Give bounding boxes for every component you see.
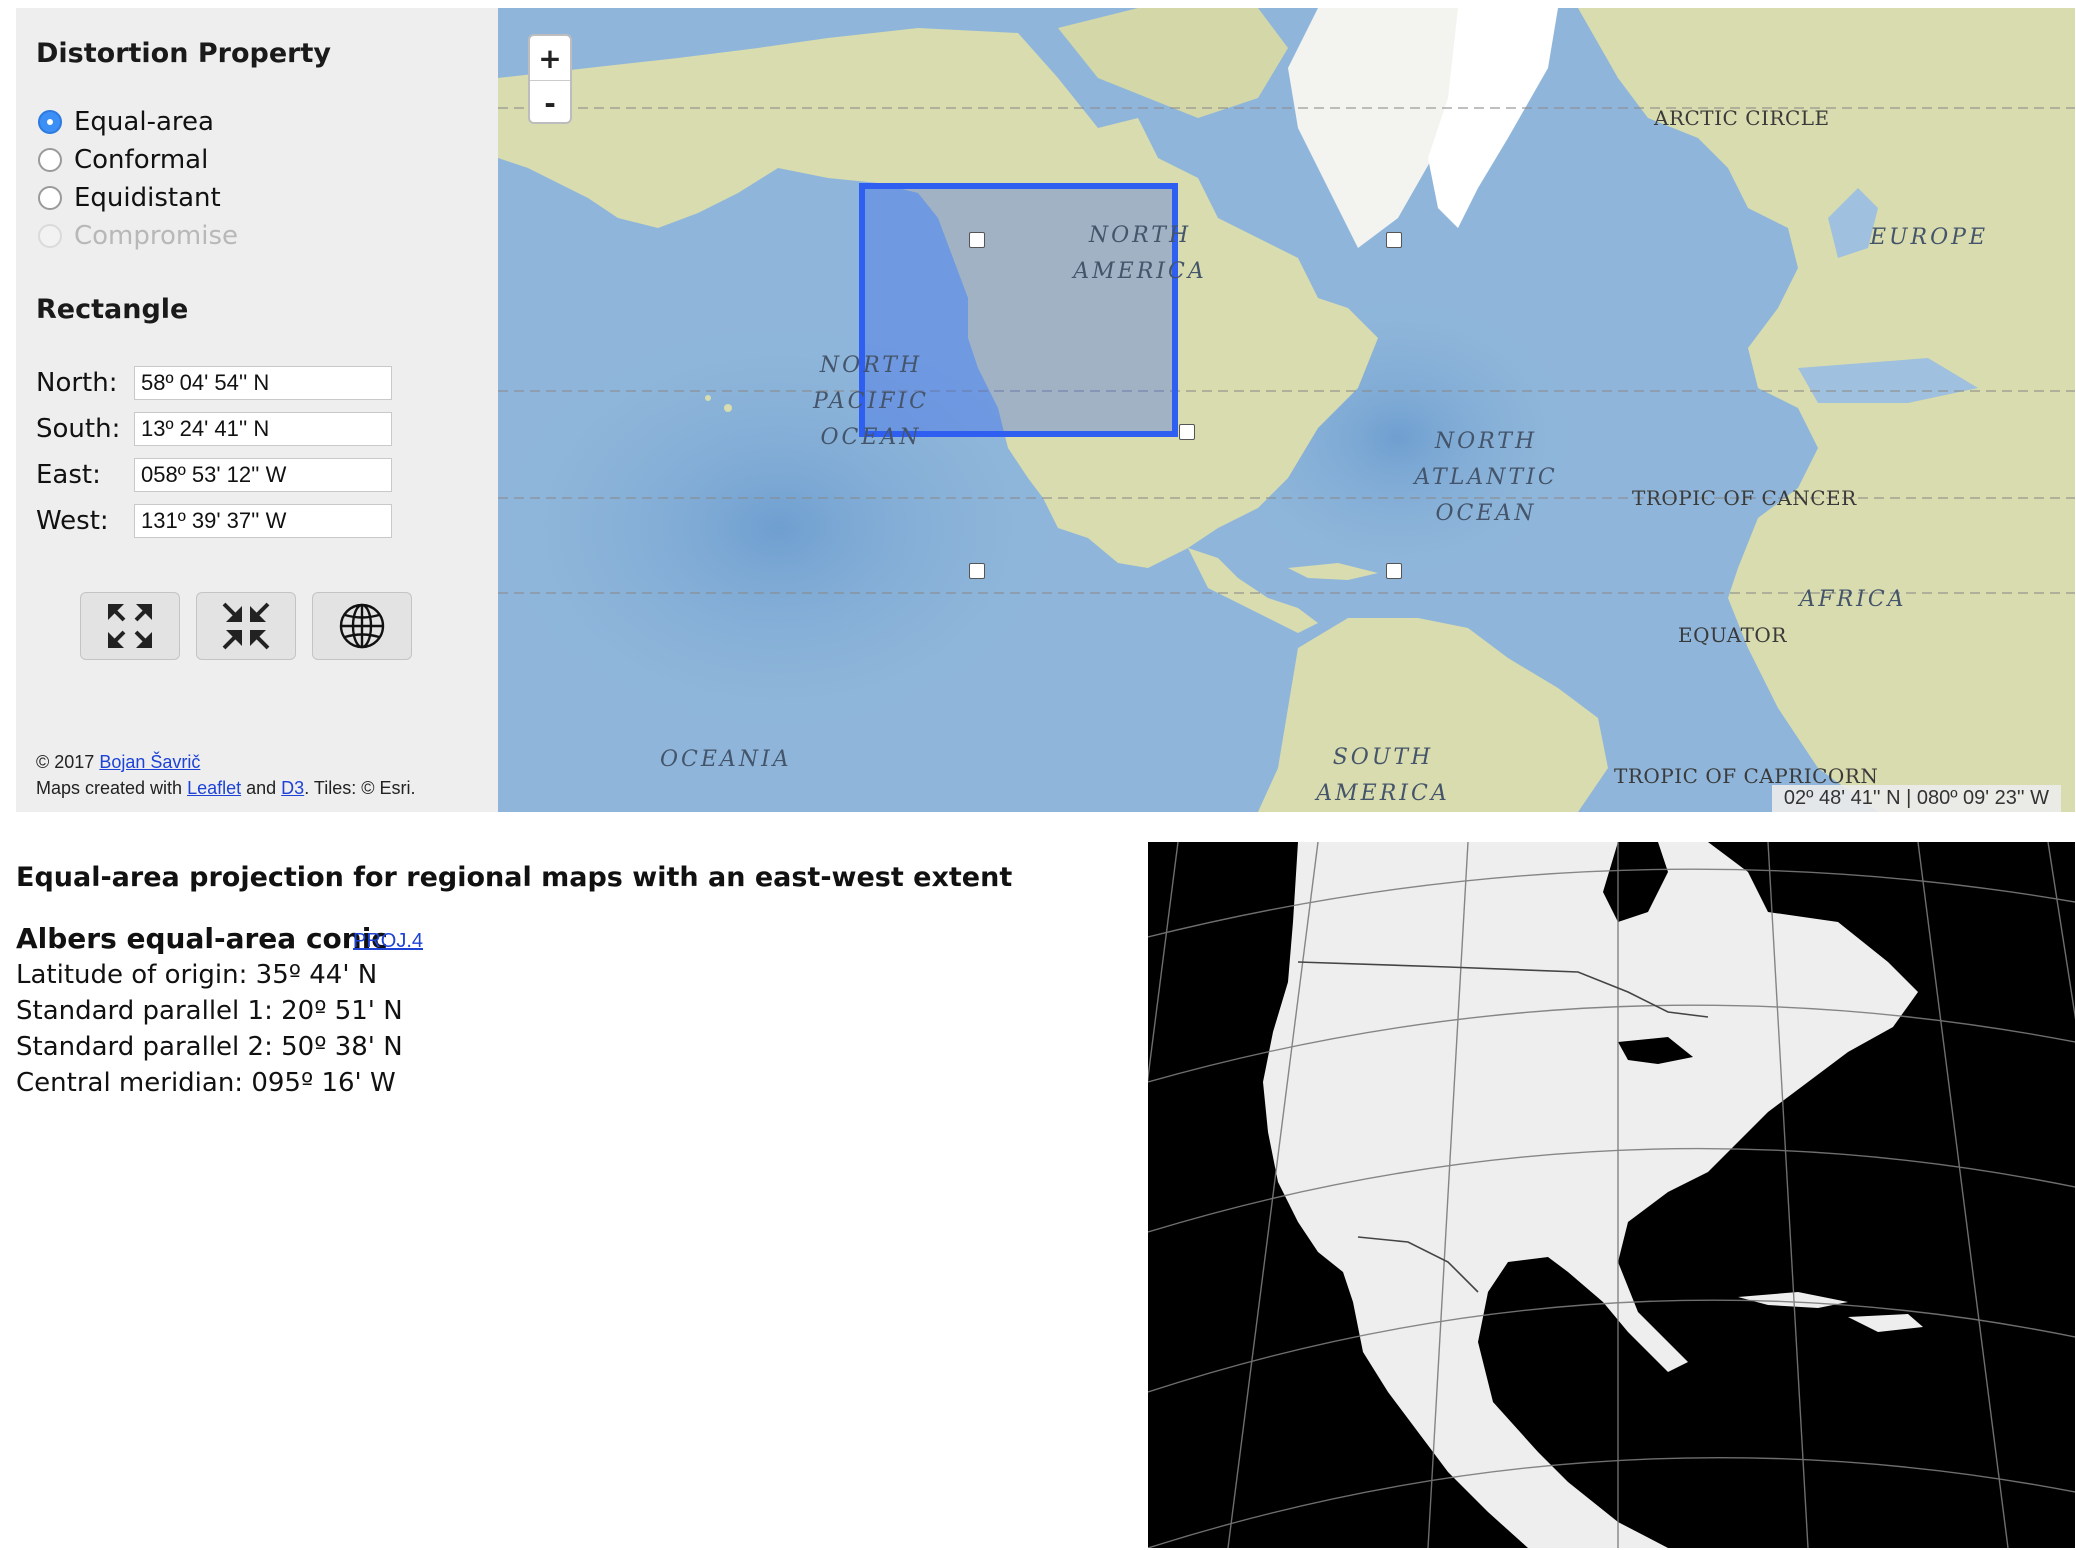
corner-handle-ne[interactable] — [1386, 232, 1402, 248]
radio-equal-area[interactable]: Equal-area — [38, 104, 214, 140]
radio-equidistant[interactable]: Equidistant — [38, 180, 221, 216]
label-north-atlantic: NORTH ATLANTIC OCEAN — [1414, 429, 1558, 526]
basemap-tiles — [498, 8, 2075, 812]
label-north-america: NORTH AMERICA — [1073, 223, 1207, 284]
copyright-text: © 2017 — [36, 752, 100, 772]
proj4-link[interactable]: PROJ.4 — [353, 930, 423, 953]
center-handle[interactable] — [1179, 424, 1195, 440]
standard-parallel-1: Standard parallel 1: 20º 51' N — [16, 996, 403, 1026]
radio-label-equidistant: Equidistant — [74, 183, 221, 213]
label-tropic-cancer: TROPIC OF CANCER — [1632, 486, 1857, 510]
radio-label-compromise: Compromise — [74, 221, 239, 251]
label-north-pacific: NORTH PACIFIC OCEAN — [813, 353, 929, 450]
radio-label-equal-area: Equal-area — [74, 107, 214, 137]
projection-name: Albers equal-area conic — [16, 922, 388, 955]
zoom-in-button[interactable]: + — [530, 36, 570, 81]
south-label: South: — [36, 414, 121, 444]
label-arctic-circle: ARCTIC CIRCLE — [1654, 106, 1830, 130]
label-south-america: SOUTH AMERICA — [1316, 745, 1450, 806]
west-label: West: — [36, 506, 109, 536]
collapse-arrows-icon — [222, 602, 270, 650]
albers-preview — [1148, 842, 2075, 1548]
copyright-line: © 2017 Bojan Šavrič — [36, 752, 200, 773]
east-label: East: — [36, 460, 101, 490]
globe-icon — [339, 603, 385, 649]
control-panel: Distortion Property Equal-area Conformal… — [16, 8, 498, 812]
east-input[interactable] — [134, 458, 392, 492]
tiles-text: . Tiles: © Esri. — [304, 778, 416, 798]
zoom-control: + - — [528, 34, 572, 124]
world-map[interactable]: + - NORTH AMERICA NORTH PACIFIC OCEAN NO… — [498, 8, 2075, 812]
leaflet-link[interactable]: Leaflet — [187, 778, 241, 798]
radio-conformal[interactable]: Conformal — [38, 142, 208, 178]
expand-arrows-icon — [108, 604, 152, 648]
label-europe: EUROPE — [1869, 225, 1989, 250]
made-with-text: Maps created with — [36, 778, 188, 798]
west-input[interactable] — [134, 504, 392, 538]
central-meridian: Central meridian: 095º 16' W — [16, 1068, 396, 1098]
radio-label-conformal: Conformal — [74, 145, 209, 175]
radio-compromise: Compromise — [38, 218, 238, 254]
projection-heading: Equal-area projection for regional maps … — [16, 862, 1013, 893]
author-link[interactable]: Bojan Šavrič — [99, 752, 200, 772]
collapse-extent-button[interactable] — [196, 592, 296, 660]
label-africa: AFRICA — [1799, 587, 1907, 612]
world-view-button[interactable] — [312, 592, 412, 660]
corner-handle-nw[interactable] — [969, 232, 985, 248]
standard-parallel-2: Standard parallel 2: 50º 38' N — [16, 1032, 403, 1062]
north-label: North: — [36, 368, 118, 398]
d3-link[interactable]: D3 — [281, 778, 304, 798]
north-input[interactable] — [134, 366, 392, 400]
radio-button-checked[interactable] — [38, 110, 62, 134]
expand-extent-button[interactable] — [80, 592, 180, 660]
zoom-out-button[interactable]: - — [530, 81, 570, 122]
radio-button-disabled — [38, 224, 62, 248]
radio-button[interactable] — [38, 186, 62, 210]
label-equator: EQUATOR — [1678, 623, 1787, 647]
south-input[interactable] — [134, 412, 392, 446]
distortion-property-heading: Distortion Property — [36, 38, 331, 69]
corner-handle-se[interactable] — [1386, 563, 1402, 579]
projection-preview-map — [1148, 842, 2075, 1548]
latitude-origin: Latitude of origin: 35º 44' N — [16, 960, 378, 990]
cursor-coordinate-readout: 02º 48' 41'' N | 080º 09' 23'' W — [1771, 785, 2061, 812]
corner-handle-sw[interactable] — [969, 563, 985, 579]
attribution-line: Maps created with Leaflet and D3. Tiles:… — [36, 778, 415, 799]
rectangle-heading: Rectangle — [36, 294, 189, 325]
and-text: and — [241, 778, 282, 798]
label-oceania: OCEANIA — [660, 747, 792, 772]
radio-button[interactable] — [38, 148, 62, 172]
